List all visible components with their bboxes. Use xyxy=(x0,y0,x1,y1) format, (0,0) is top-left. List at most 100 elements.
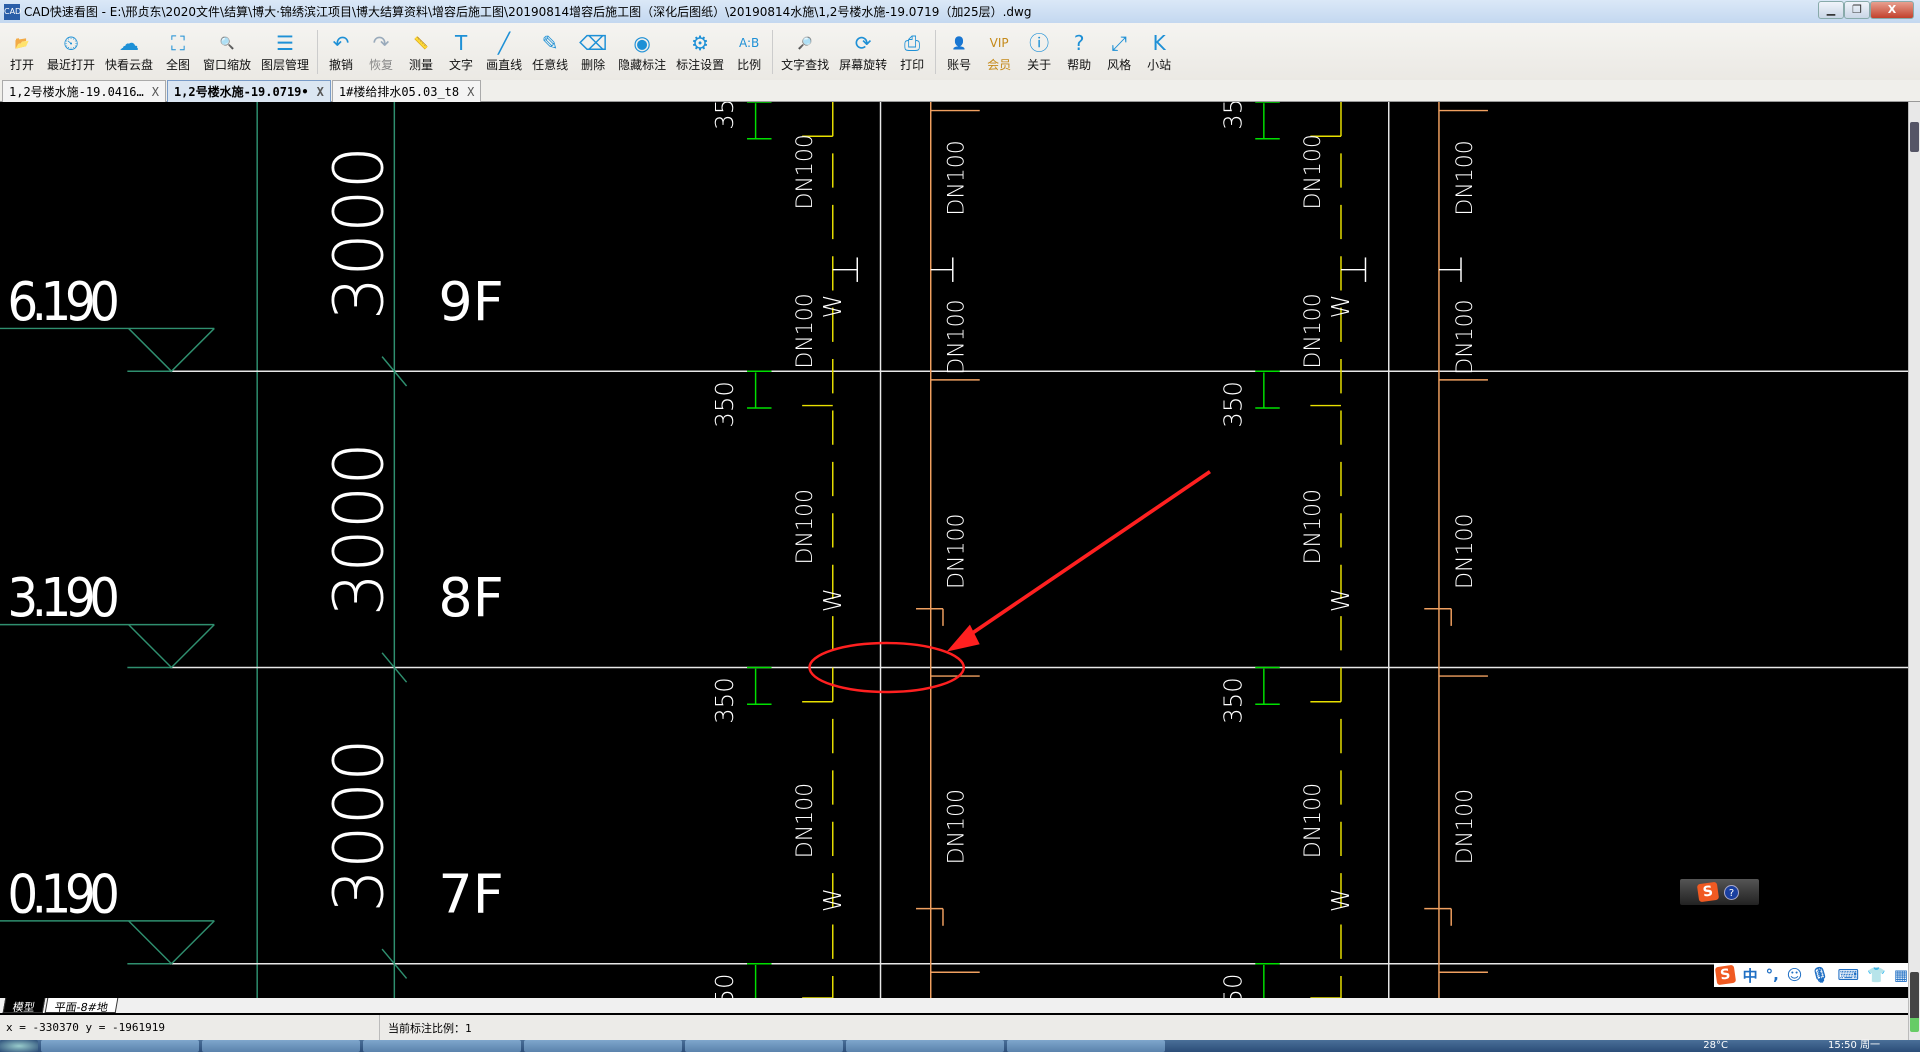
toolbar-button-0-2[interactable]: ☁ 快看云盘 xyxy=(100,25,158,79)
elevation-marker-icon xyxy=(128,624,215,669)
toolbar-button-1-8[interactable]: ⚙ 标注设置 xyxy=(671,25,729,79)
toolbar-button-0-1[interactable]: ⏲ 最近打开 xyxy=(42,25,100,79)
pipe-mark: W xyxy=(818,588,847,612)
tab-close-icon[interactable]: X xyxy=(467,85,474,99)
toolbar-button-1-9[interactable]: A:B 比例 xyxy=(729,25,769,79)
toolbar-button-0-4[interactable]: 🔍 窗口缩放 xyxy=(198,25,256,79)
toolbar-icon: ↷ xyxy=(372,31,390,55)
window-title: CAD快速看图 - E:\邢贞东\2020文件\结算\博大·锦绣滨江项目\博大结… xyxy=(24,5,1032,19)
cad-drawing-canvas[interactable]: 6.190 3000 9F 3.190 3000 8F 0.190 3000 7F 35 350 35… xyxy=(0,102,1908,998)
toolbar-label: 屏幕旋转 xyxy=(839,58,888,72)
tab-label: 1#楼给排水05.03_t8 xyxy=(338,85,460,99)
restore-button[interactable]: ❐ xyxy=(1844,1,1870,19)
taskbar-item[interactable] xyxy=(1007,1040,1165,1052)
toolbar-button-2-1[interactable]: ⟳ 屏幕旋转 xyxy=(834,25,892,79)
toolbar-button-1-2[interactable]: 📏 测量 xyxy=(401,25,441,79)
microphone-icon[interactable]: 🎙 xyxy=(1810,966,1829,984)
toolbar-button-1-0[interactable]: ↶ 撤销 xyxy=(321,25,361,79)
document-tab[interactable]: 1,2号楼水施-19.0719• X xyxy=(166,80,331,102)
ime-mode-toggle[interactable]: 中 xyxy=(1743,965,1758,986)
toolbar-label: 会员 xyxy=(987,58,1012,72)
status-bar: x = -330370 y = -1961919 当前标注比例：1 xyxy=(0,1015,1908,1040)
toolbar-label: 比例 xyxy=(737,58,762,72)
pipe-size-label: DN100 xyxy=(1301,293,1326,368)
toolbar-icon: ⓘ xyxy=(1029,31,1050,55)
emoji-icon[interactable]: ☺ xyxy=(1787,966,1803,984)
toolbar-button-0-0[interactable]: 📂 打开 xyxy=(2,25,42,79)
pipe-size-label: DN100 xyxy=(1301,783,1326,858)
toolbar-label: 测量 xyxy=(409,58,434,72)
ime-floating-bar[interactable]: S ? xyxy=(1680,879,1759,905)
toolbar-button-3-3[interactable]: ? 帮助 xyxy=(1059,25,1099,79)
cad-app-icon: CAD xyxy=(4,3,21,20)
toolbar-button-1-1[interactable]: ↷ 恢复 xyxy=(361,25,401,79)
grid-icon[interactable]: ▦ xyxy=(1894,966,1908,984)
taskbar-item[interactable] xyxy=(363,1040,521,1052)
close-button[interactable]: X xyxy=(1870,1,1914,19)
dimension-label: 350 xyxy=(710,973,739,998)
toolbar-label: 打开 xyxy=(9,58,34,72)
layout-tab[interactable]: 模型 xyxy=(2,998,46,1014)
toolbar-label: 全图 xyxy=(166,58,191,72)
toolbar-icon: ↶ xyxy=(332,31,350,55)
sogou-logo-icon: S xyxy=(1696,881,1720,903)
toolbar-button-3-5[interactable]: K 小站 xyxy=(1139,25,1179,79)
pipe-size-label: DN100 xyxy=(793,134,818,209)
scroll-thumb[interactable] xyxy=(1910,122,1919,152)
toolbar-icon: ╱ xyxy=(498,31,511,55)
toolbar-button-3-2[interactable]: ⓘ 关于 xyxy=(1019,25,1059,79)
ime-punctuation-toggle[interactable]: °, xyxy=(1766,966,1779,984)
clock[interactable]: 15:50 周一 xyxy=(1828,1040,1880,1052)
toolbar-separator xyxy=(772,29,774,74)
vertical-scrollbar[interactable] xyxy=(1908,102,1920,1040)
pipe-mark: W xyxy=(1326,588,1355,612)
taskbar-item[interactable] xyxy=(685,1040,843,1052)
toolbar-button-1-5[interactable]: ✎ 任意线 xyxy=(527,25,573,79)
toolbar-button-1-3[interactable]: T 文字 xyxy=(441,25,481,79)
toolbar-button-3-4[interactable]: ⤢ 风格 xyxy=(1099,25,1139,79)
dimension-label: 35 xyxy=(1218,102,1247,130)
toolbar-button-2-0[interactable]: 🔎 文字查找 xyxy=(776,25,834,79)
shirt-icon[interactable]: 👕 xyxy=(1867,966,1886,984)
tab-close-icon[interactable]: X xyxy=(317,85,324,99)
toolbar-icon: T xyxy=(454,31,468,55)
pipe-mark: W xyxy=(818,294,847,318)
scroll-thumb-lower[interactable] xyxy=(1910,972,1919,1032)
document-tab[interactable]: 1#楼给排水05.03_t8 X xyxy=(331,80,482,102)
toolbar-label: 帮助 xyxy=(1067,58,1092,72)
toolbar-button-1-6[interactable]: ⌫ 删除 xyxy=(573,25,613,79)
toolbar-button-0-5[interactable]: ☰ 图层管理 xyxy=(256,25,314,79)
toolbar: 📂 打开 ⏲ 最近打开 ☁ 快看云盘 ⛶ 全图 🔍 窗口缩放 ☰ 图层管理 ↶ 撤销 ↷ 恢复 📏 测量 T 文字 ╱ 画… xyxy=(0,23,1920,80)
toolbar-label: 窗口缩放 xyxy=(203,58,252,72)
minimize-button[interactable]: ▁ xyxy=(1818,1,1844,19)
layout-tab[interactable]: 平面-8#地 xyxy=(44,998,119,1014)
toolbar-label: 删除 xyxy=(581,58,606,72)
toolbar-button-3-1[interactable]: VIP 会员 xyxy=(979,25,1019,79)
elevation-label: 0.190 xyxy=(7,862,120,925)
taskbar-item[interactable] xyxy=(202,1040,360,1052)
toolbar-label: 画直线 xyxy=(486,58,523,72)
toolbar-label: 关于 xyxy=(1027,58,1052,72)
tab-close-icon[interactable]: X xyxy=(152,85,159,99)
help-icon[interactable]: ? xyxy=(1724,884,1739,900)
toolbar-button-0-3[interactable]: ⛶ 全图 xyxy=(158,25,198,79)
taskbar-item[interactable] xyxy=(846,1040,1004,1052)
floor-label: 7F xyxy=(438,862,503,925)
start-button[interactable] xyxy=(0,1040,38,1052)
toolbar-button-1-4[interactable]: ╱ 画直线 xyxy=(481,25,527,79)
pipe-size-label: DN100 xyxy=(945,140,970,215)
taskbar-item[interactable] xyxy=(41,1040,199,1052)
pipe-mark: W xyxy=(1326,888,1355,912)
toolbar-button-1-7[interactable]: ◉ 隐藏标注 xyxy=(613,25,671,79)
toolbar-separator xyxy=(935,29,937,74)
dimension-label: 35 xyxy=(710,102,739,130)
toolbar-icon: 📏 xyxy=(413,36,429,50)
toolbar-icon: A:B xyxy=(738,36,760,50)
toolbar-label: 撤销 xyxy=(329,58,354,72)
ime-status-bar[interactable]: S 中 °, ☺ 🎙 ⌨ 👕 ▦ xyxy=(1714,963,1908,987)
toolbar-button-2-2[interactable]: ⎙ 打印 xyxy=(892,25,932,79)
toolbar-button-3-0[interactable]: 👤 账号 xyxy=(939,25,979,79)
document-tab[interactable]: 1,2号楼水施-19.0416… X xyxy=(2,80,166,102)
keyboard-icon[interactable]: ⌨ xyxy=(1837,966,1859,984)
taskbar-item[interactable] xyxy=(524,1040,682,1052)
